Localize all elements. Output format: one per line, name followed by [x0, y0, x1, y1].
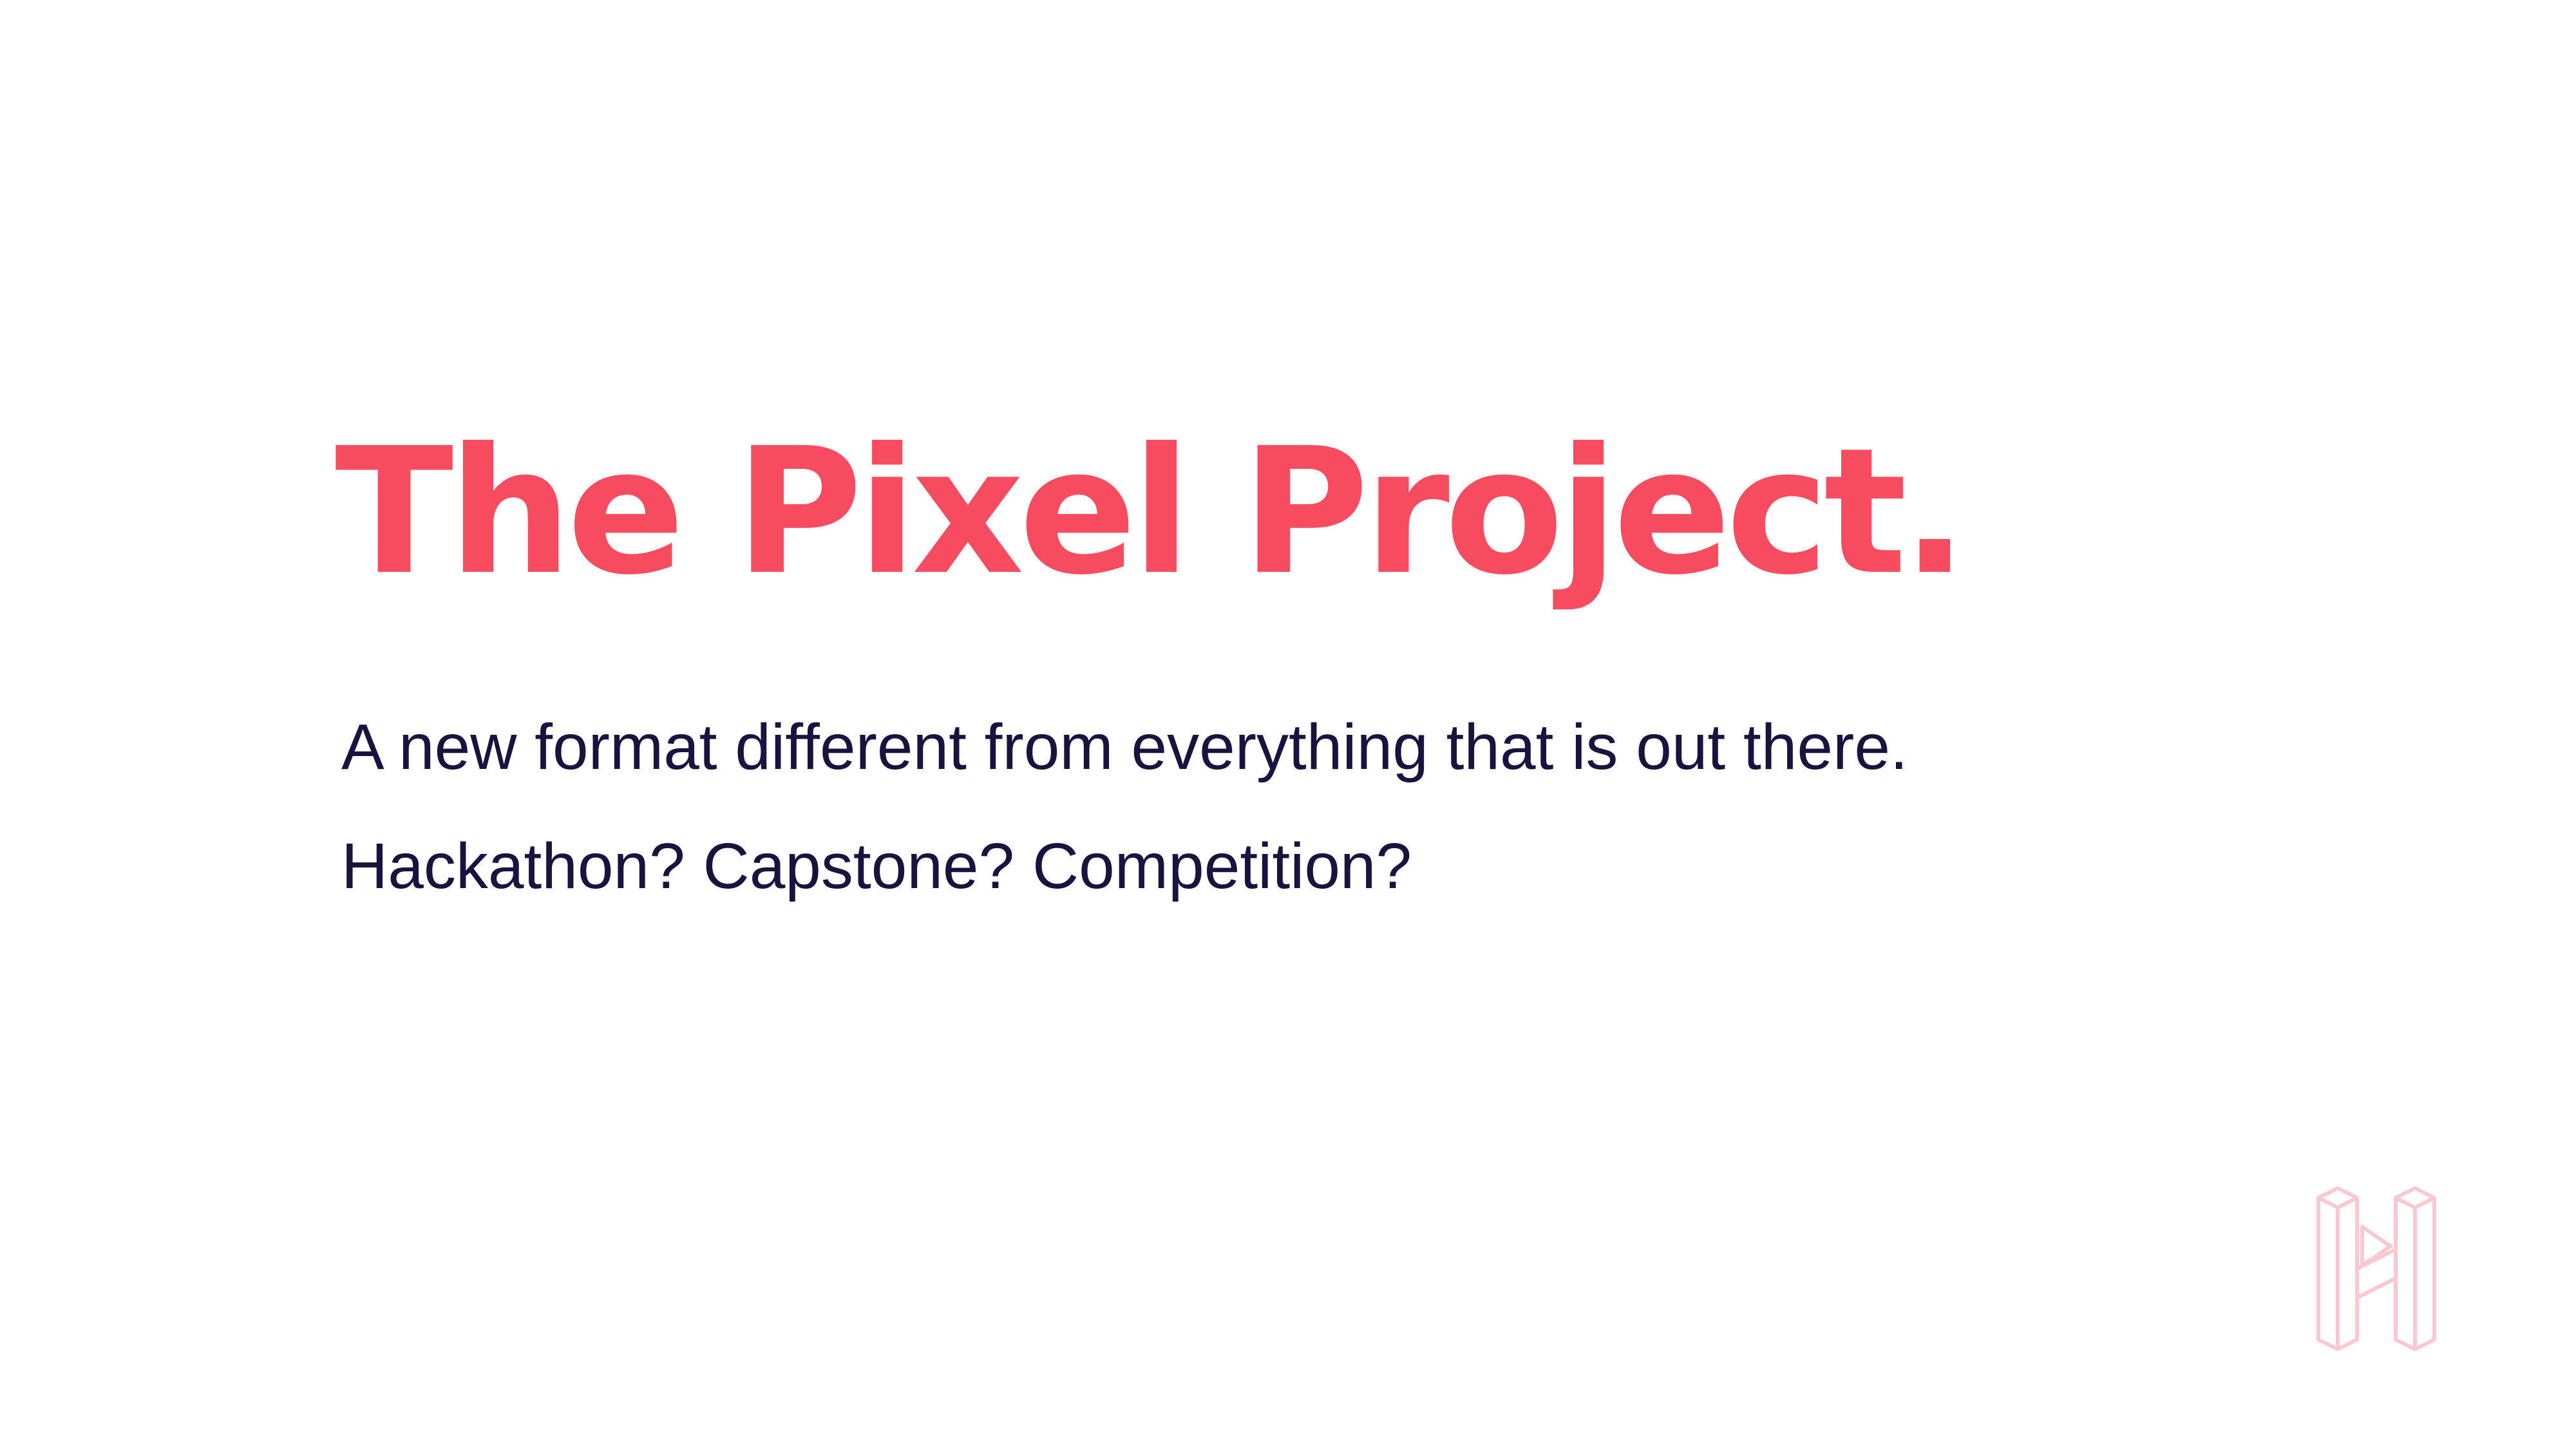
body-line-questions: Hackathon? Capstone? Competition? [341, 830, 1412, 902]
slide: The Pixel Project. A new format differen… [0, 0, 2576, 1449]
isometric-h-play-logo-icon [2316, 1186, 2436, 1351]
slide-title: The Pixel Project. [335, 410, 1968, 613]
body-line-format: A new format different from everything t… [341, 711, 1908, 783]
